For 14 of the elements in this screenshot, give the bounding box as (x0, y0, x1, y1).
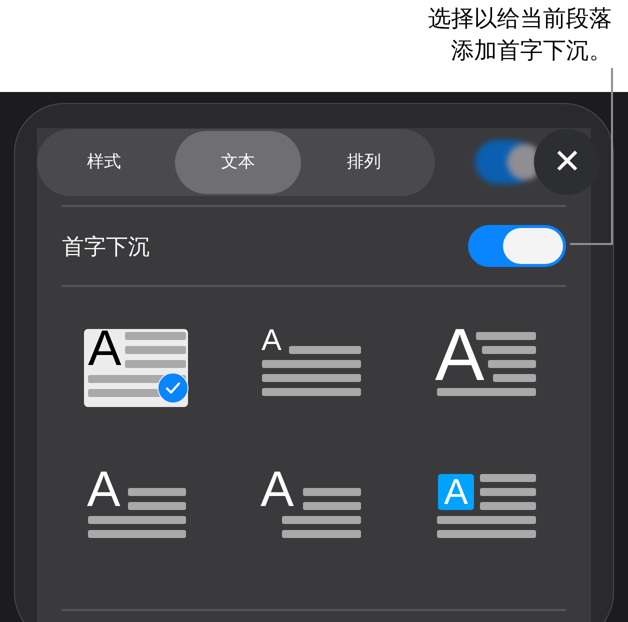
tab[interactable]: 样式 (41, 130, 167, 194)
tab[interactable]: 排列 (301, 130, 427, 194)
tab[interactable]: 文本 (175, 130, 301, 194)
drop-cap-style-option[interactable]: A (84, 329, 188, 407)
close-button[interactable]: ✕ (534, 129, 600, 195)
callout-text: 添加首字下沉。 (451, 36, 612, 65)
check-icon (157, 372, 189, 404)
drop-cap-switch[interactable] (468, 225, 566, 267)
drop-cap-label: 首字下沉 (62, 232, 150, 260)
callout-text: 选择以给当前段落 (428, 4, 612, 33)
drop-cap-style-option[interactable]: A (260, 329, 364, 407)
drop-cap-style-option[interactable]: A (260, 472, 364, 550)
drop-cap-style-option[interactable]: A (437, 329, 541, 407)
drop-cap-style-option[interactable]: A (84, 472, 188, 550)
